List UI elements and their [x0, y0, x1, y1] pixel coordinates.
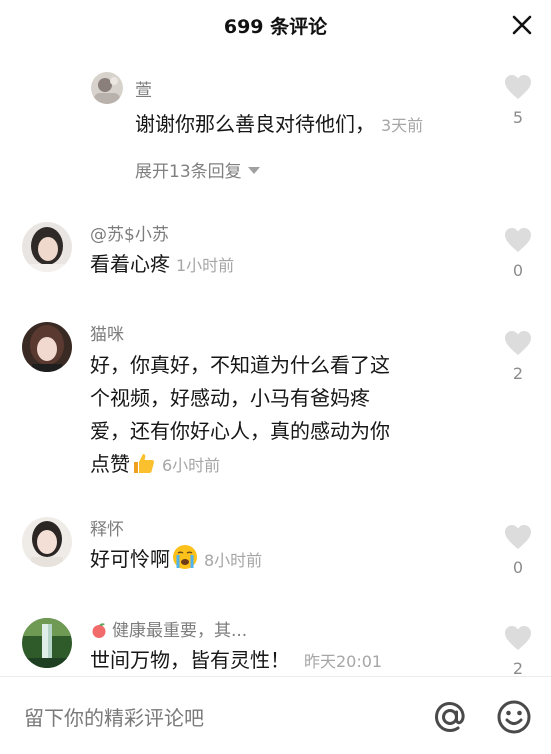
- like-button[interactable]: 2: [503, 625, 533, 676]
- comment-item: @苏$小苏 看着心疼 1小时前 0: [0, 212, 551, 302]
- comment-body: 谢谢你那么善良对待他们，: [135, 112, 375, 136]
- comment-text: 谢谢你那么善良对待他们， 3天前: [135, 108, 423, 142]
- heart-icon: [505, 331, 531, 355]
- close-icon: [512, 15, 532, 35]
- comments-header: 699 条评论: [0, 0, 551, 52]
- like-button[interactable]: 0: [503, 227, 533, 280]
- emoji-picker-button[interactable]: [496, 699, 532, 735]
- comment-item: 释怀 好可怜啊 8小时前 0: [0, 509, 551, 599]
- like-button[interactable]: 0: [503, 524, 533, 577]
- comment-time: 3天前: [381, 116, 424, 135]
- avatar[interactable]: [22, 222, 72, 272]
- expand-replies-label: 展开13条回复: [135, 162, 242, 182]
- at-icon: [434, 701, 465, 733]
- like-count: 5: [512, 108, 524, 127]
- comment-text: 看着心疼 1小时前: [90, 248, 234, 282]
- comment-composer: [0, 676, 551, 754]
- comment-time: 6小时前: [162, 456, 221, 475]
- avatar[interactable]: [22, 618, 72, 668]
- comment-body: 世间万物，皆有灵性！: [90, 648, 290, 672]
- heart-icon: [505, 75, 531, 99]
- comment-time: 1小时前: [176, 256, 235, 275]
- comment-username[interactable]: 健康最重要，其...: [112, 621, 247, 641]
- like-count: 2: [512, 659, 524, 676]
- comment-username[interactable]: 释怀: [90, 515, 124, 540]
- comment-username-row: 健康最重要，其...: [90, 616, 247, 644]
- avatar[interactable]: [22, 517, 72, 567]
- comment-line-last: 点赞 6小时前: [90, 448, 460, 485]
- comment-line: 个视频，好感动，小马有爸妈疼: [90, 386, 370, 410]
- comment-text: 好，你真好，不知道为什么看了这 个视频，好感动，小马有爸妈疼 爱，还有你好心人，…: [90, 349, 460, 485]
- comment-body: 看着心疼: [90, 252, 170, 276]
- crying-face-icon: [172, 544, 198, 580]
- heart-icon: [505, 525, 531, 549]
- comment-username[interactable]: @苏$小苏: [90, 220, 169, 245]
- like-count: 0: [512, 558, 524, 577]
- like-button[interactable]: 5: [503, 74, 533, 127]
- caret-down-icon: [247, 167, 260, 174]
- comment-line: 好，你真好，不知道为什么看了这: [90, 353, 390, 377]
- like-count: 0: [512, 261, 524, 280]
- avatar[interactable]: [22, 322, 72, 372]
- smiley-icon: [497, 700, 531, 734]
- expand-replies-button[interactable]: 展开13条回复: [135, 157, 260, 182]
- comment-line: 点赞: [90, 452, 130, 476]
- comment-list: 萱 谢谢你那么善良对待他们， 3天前 展开13条回复 5 @苏$小苏 看着心疼 …: [0, 52, 551, 676]
- thumbs-up-icon: [132, 451, 156, 485]
- comment-text: 好可怜啊 8小时前: [90, 543, 262, 580]
- like-count: 2: [512, 364, 524, 383]
- comment-time: 8小时前: [204, 551, 263, 570]
- peach-icon: [90, 621, 108, 644]
- comments-sheet: 699 条评论 萱 谢谢你那么善良对待他们， 3天前 展开13条回复 5 @苏$…: [0, 0, 551, 754]
- comment-line: 爱，还有你好心人，真的感动为你: [90, 419, 390, 443]
- comment-time: 昨天20:01: [304, 652, 383, 671]
- avatar[interactable]: [91, 72, 123, 104]
- comments-count-title: 699 条评论: [223, 16, 328, 38]
- comment-input[interactable]: [24, 704, 354, 732]
- close-button[interactable]: [509, 12, 535, 38]
- comment-username[interactable]: 猫咪: [90, 320, 124, 345]
- heart-icon: [505, 228, 531, 252]
- comment-username[interactable]: 萱: [135, 76, 152, 101]
- comment-item: 健康最重要，其... 世间万物，皆有灵性！ 昨天20:01 2: [0, 608, 551, 676]
- comment-body: 好可怜啊: [90, 547, 170, 571]
- like-button[interactable]: 2: [503, 330, 533, 383]
- mention-button[interactable]: [432, 699, 468, 735]
- comment-item: 猫咪 好，你真好，不知道为什么看了这 个视频，好感动，小马有爸妈疼 爱，还有你好…: [0, 314, 551, 504]
- comment-text: 世间万物，皆有灵性！ 昨天20:01: [90, 644, 382, 676]
- heart-icon: [505, 626, 531, 650]
- comment-item: 萱 谢谢你那么善良对待他们， 3天前 展开13条回复 5: [0, 52, 551, 202]
